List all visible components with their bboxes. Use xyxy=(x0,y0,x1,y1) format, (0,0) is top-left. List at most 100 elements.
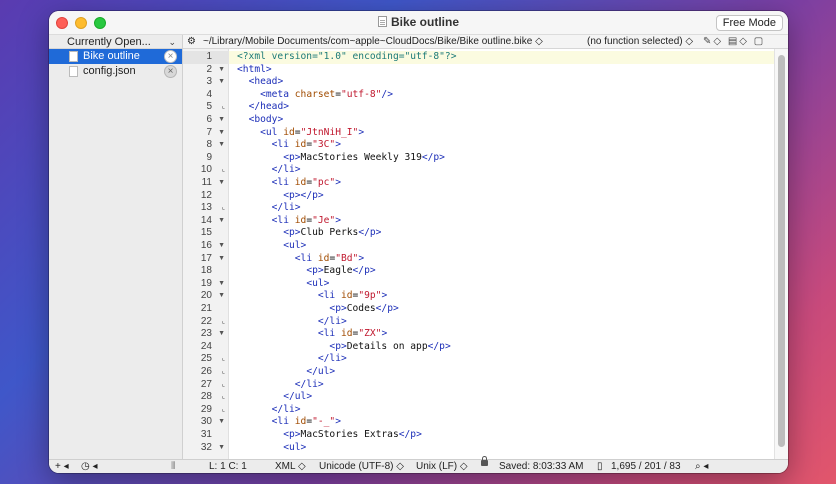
currently-open-header[interactable]: Currently Open... ⌄ xyxy=(49,35,182,49)
code-line[interactable]: <ul> xyxy=(229,240,774,253)
code-line[interactable]: </ul> xyxy=(229,366,774,379)
fold-toggle-icon[interactable]: ▼ xyxy=(218,442,225,455)
code-token: <meta xyxy=(260,88,295,100)
gutter-line: 5 ⌞ xyxy=(183,101,229,114)
code-line[interactable]: <p>Details on app</p> xyxy=(229,341,774,354)
code-token: "JtnNiH_I" xyxy=(300,126,359,138)
code-line[interactable]: <p>Eagle</p> xyxy=(229,265,774,278)
fold-toggle-icon[interactable]: ▼ xyxy=(218,240,225,253)
fold-toggle-icon[interactable]: ▼ xyxy=(218,177,225,190)
gear-icon[interactable]: ⚙ xyxy=(187,35,196,49)
code-line[interactable]: <?xml version="1.0" encoding="utf-8"?> xyxy=(229,51,774,64)
line-number-gutter: 1 2 ▼ 3 ▼ 4 5 ⌞ 6 ▼ 7 ▼ 8 ▼ 9 10 ⌞ 11 ▼ 12 13 ⌞ 14 ▼ 15 16 ▼ 17 ▼ 18 1… xyxy=(183,49,229,459)
line-number: 26 xyxy=(200,366,212,377)
code-line[interactable]: <p></p> xyxy=(229,190,774,203)
fold-toggle-icon[interactable]: ⌞ xyxy=(222,366,225,379)
code-token: <li xyxy=(271,139,295,151)
fold-toggle-icon[interactable]: ⌞ xyxy=(222,391,225,404)
code-line[interactable]: <li id="Je"> xyxy=(229,215,774,228)
code-line[interactable]: <ul> xyxy=(229,278,774,291)
free-mode-button[interactable]: Free Mode xyxy=(715,15,783,31)
toolbar-icons[interactable]: ✎◇ ▤◇ ▢ xyxy=(703,35,765,49)
fold-toggle-icon[interactable]: ▼ xyxy=(218,76,225,89)
code-editor[interactable]: <?xml version="1.0" encoding="utf-8"?> <h… xyxy=(229,49,774,459)
code-line[interactable]: <p>Codes</p> xyxy=(229,303,774,316)
code-token: <?xml version="1.0" encoding="utf-8"?> xyxy=(237,51,457,62)
code-line[interactable]: </head> xyxy=(229,101,774,114)
code-line[interactable]: </li> xyxy=(229,164,774,177)
fold-toggle-icon[interactable]: ⌞ xyxy=(222,101,225,114)
code-line[interactable]: <ul> xyxy=(229,442,774,455)
encoding-popup[interactable]: Unicode (UTF-8) ◇ xyxy=(319,460,404,473)
code-token: id xyxy=(317,252,330,264)
code-line[interactable]: <html> xyxy=(229,64,774,77)
code-line[interactable]: <head> xyxy=(229,76,774,89)
history-button[interactable]: ◷ ◂ xyxy=(81,460,98,473)
code-token: > xyxy=(335,214,341,226)
line-endings-popup[interactable]: Unix (LF) ◇ xyxy=(416,460,468,473)
search-button[interactable]: ⌕ ◂ xyxy=(695,460,708,473)
line-number: 18 xyxy=(200,265,212,277)
code-line[interactable]: <meta charset="utf-8"/> xyxy=(229,89,774,102)
sidebar-item-config-json[interactable]: config.json × xyxy=(49,64,182,79)
fold-toggle-icon[interactable]: ▼ xyxy=(218,416,225,429)
line-number: 7 xyxy=(206,126,212,138)
code-line[interactable]: </li> xyxy=(229,202,774,215)
fold-toggle-icon[interactable]: ▼ xyxy=(218,278,225,291)
code-token: </li> xyxy=(271,403,301,415)
code-line[interactable]: </li> xyxy=(229,316,774,329)
code-line[interactable]: <li id="9p"> xyxy=(229,290,774,303)
gutter-line: 29 ⌞ xyxy=(183,404,229,417)
code-line[interactable]: <ul id="JtnNiH_I"> xyxy=(229,127,774,140)
code-line[interactable]: <p>MacStories Weekly 319</p> xyxy=(229,152,774,165)
line-number: 19 xyxy=(200,277,212,289)
fold-toggle-icon[interactable]: ▼ xyxy=(218,328,225,341)
code-line[interactable]: </li> xyxy=(229,404,774,417)
fold-toggle-icon[interactable]: ▼ xyxy=(218,215,225,228)
fold-toggle-icon[interactable]: ⌞ xyxy=(222,404,225,417)
code-line[interactable]: <body> xyxy=(229,114,774,127)
code-line[interactable]: </li> xyxy=(229,379,774,392)
scroll-thumb[interactable] xyxy=(778,55,785,447)
function-popup[interactable]: (no function selected) ◇ xyxy=(587,35,693,49)
fold-toggle-icon[interactable]: ▼ xyxy=(218,127,225,140)
code-line[interactable]: <p>Club Perks</p> xyxy=(229,227,774,240)
code-line[interactable]: <li id="Bd"> xyxy=(229,253,774,266)
add-button[interactable]: + ◂ xyxy=(55,460,69,473)
sidebar-item-bike-outline[interactable]: Bike outline × xyxy=(49,49,182,64)
code-line[interactable]: </ul> xyxy=(229,391,774,404)
vertical-scrollbar[interactable] xyxy=(774,49,788,459)
line-number: 21 xyxy=(200,303,212,314)
fold-toggle-icon[interactable]: ⌞ xyxy=(222,353,225,366)
code-token: "pc" xyxy=(312,177,336,188)
split-handle-icon[interactable]: ⦀ xyxy=(171,460,175,473)
code-line[interactable]: <li id="pc"> xyxy=(229,177,774,190)
fold-toggle-icon[interactable]: ▼ xyxy=(218,114,225,127)
document-counts: 1,695 / 201 / 83 xyxy=(611,461,681,472)
code-line[interactable]: </li> xyxy=(229,353,774,366)
file-path-popup[interactable]: ~/Library/Mobile Documents/com~apple~Clo… xyxy=(203,35,543,49)
fold-toggle-icon[interactable]: ▼ xyxy=(218,139,225,152)
code-line[interactable]: <li id="ZX"> xyxy=(229,328,774,341)
fold-toggle-icon[interactable]: ▼ xyxy=(218,290,225,303)
fold-toggle-icon[interactable]: ▼ xyxy=(218,64,225,77)
code-line[interactable]: <li id="-_"> xyxy=(229,416,774,429)
fold-toggle-icon[interactable]: ⌞ xyxy=(222,202,225,215)
code-line[interactable]: <p>MacStories Extras</p> xyxy=(229,429,774,442)
fold-toggle-icon[interactable]: ⌞ xyxy=(222,164,225,177)
close-document-icon[interactable]: × xyxy=(164,50,177,63)
fold-toggle-icon[interactable]: ⌞ xyxy=(222,379,225,392)
code-line[interactable]: <li id="3C"> xyxy=(229,139,774,152)
close-document-icon[interactable]: × xyxy=(164,65,177,78)
language-popup[interactable]: XML ◇ xyxy=(275,460,306,473)
gutter-line: 12 xyxy=(183,190,229,203)
code-token: <body> xyxy=(248,114,284,125)
fold-toggle-icon[interactable]: ⌞ xyxy=(222,316,225,329)
fold-toggle-icon[interactable]: ▼ xyxy=(218,253,225,266)
